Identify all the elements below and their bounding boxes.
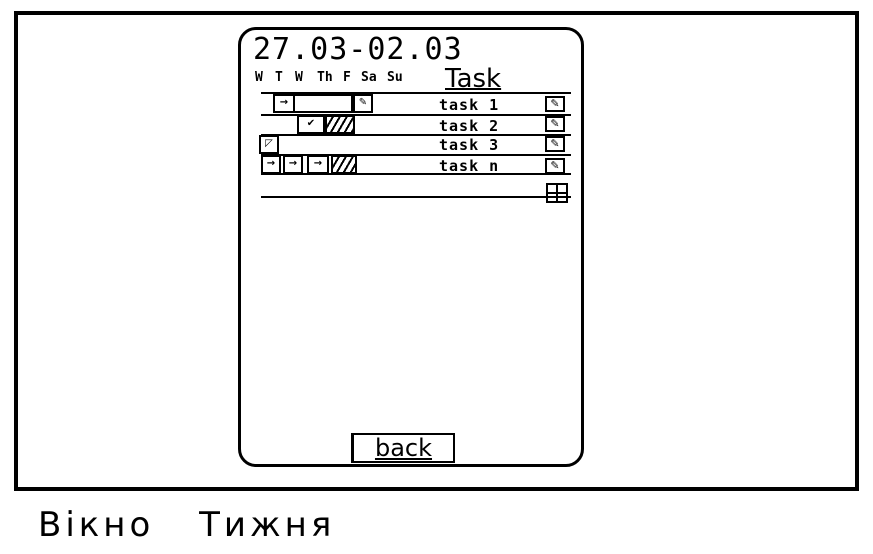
- day-label-fri: F: [343, 70, 351, 85]
- add-task-icon[interactable]: [546, 183, 568, 203]
- day-cell[interactable]: [295, 94, 353, 113]
- weekday-header: W T W Th F Sa Su Task: [255, 64, 575, 94]
- edit-icon[interactable]: ✎: [545, 158, 565, 174]
- task-label: task 1: [439, 96, 500, 114]
- edit-icon[interactable]: ✎: [545, 136, 565, 152]
- task-label: task n: [439, 157, 500, 175]
- row-divider: [261, 134, 571, 136]
- day-cell[interactable]: →: [261, 155, 281, 174]
- day-cell[interactable]: →: [273, 94, 295, 113]
- back-button[interactable]: back: [351, 433, 455, 463]
- day-label-wed: W: [255, 70, 263, 85]
- week-date-range: 27.03-02.03: [253, 32, 463, 67]
- edit-icon[interactable]: ✎: [545, 116, 565, 132]
- day-cell[interactable]: ◸: [259, 135, 279, 154]
- day-label-thu: T: [275, 70, 283, 85]
- day-cell-hatched[interactable]: [331, 155, 357, 174]
- task-column-header: Task: [445, 64, 502, 94]
- screen-caption: Вікно Тижня: [38, 505, 336, 545]
- day-cell[interactable]: →: [283, 155, 303, 174]
- row-divider: [261, 196, 571, 198]
- day-label-wed2: W: [295, 70, 303, 85]
- day-label-sat: Sa: [361, 70, 377, 85]
- day-label-th: Th: [317, 70, 333, 85]
- task-label: task 2: [439, 117, 500, 135]
- edit-icon[interactable]: ✎: [545, 96, 565, 112]
- day-cell[interactable]: ✔: [297, 115, 325, 134]
- day-cell[interactable]: ✎: [353, 94, 373, 113]
- day-label-sun: Su: [387, 70, 403, 85]
- task-label: task 3: [439, 136, 500, 154]
- day-cell-hatched[interactable]: [325, 115, 355, 134]
- week-window: 27.03-02.03 W T W Th F Sa Su Task → ✎ ta…: [238, 27, 584, 467]
- day-cell[interactable]: →: [307, 155, 329, 174]
